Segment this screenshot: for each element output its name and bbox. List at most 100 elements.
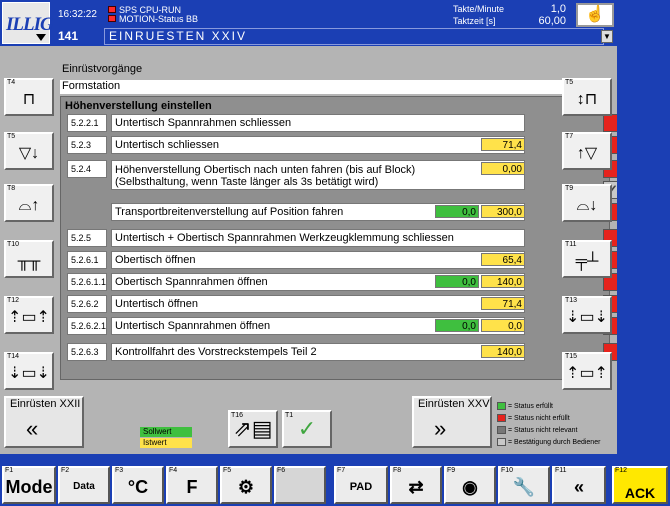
step-description-line2: (Selbsthaltung, wenn Taste länger als 3s… <box>115 176 379 188</box>
f6-button[interactable]: F6 <box>274 466 326 504</box>
view-icon: ◉ <box>462 477 478 497</box>
setpoint-value: 0,0 <box>435 319 479 332</box>
prev-page-label: Einrüsten XXII <box>10 398 81 410</box>
double-left-icon: « <box>26 416 39 441</box>
thermometer-icon: °C <box>127 477 149 497</box>
taktzeit-value: 60,00 <box>538 15 566 27</box>
legend-text: = Status nicht erfüllt <box>508 414 570 422</box>
f3-temperature-button[interactable]: F3 °C <box>112 466 164 504</box>
wrench-icon: 🔧 <box>512 477 536 497</box>
side-button-t12[interactable]: T12 ⇡▭⇡ <box>4 296 54 334</box>
step-code: 5.2.3 <box>67 136 107 154</box>
step-description[interactable]: Untertisch Spannrahmen schliessen <box>111 114 525 132</box>
f11-back-button[interactable]: F11 « <box>552 466 606 504</box>
page-title: Einrüstvorgänge <box>62 63 143 75</box>
step-description[interactable]: Untertisch + Obertisch Spannrahmen Werkz… <box>111 229 525 247</box>
key-label: T8 <box>7 185 16 192</box>
step-row: Transportbreitenverstellung auf Position… <box>67 203 621 221</box>
key-label: T4 <box>7 79 16 86</box>
side-button-t13[interactable]: T13 ⇣▭⇣ <box>562 296 612 334</box>
key-label: F12 <box>615 467 628 474</box>
step-code: 5.2.6.3 <box>67 343 107 361</box>
back-list-icon: « <box>573 477 584 497</box>
check-swatch-icon <box>497 438 506 446</box>
f7-pad-button[interactable]: F7 PAD <box>334 466 388 504</box>
step-description[interactable]: Untertisch öffnen <box>111 295 525 313</box>
step-description[interactable]: Höhenverstellung Obertisch nach unten fa… <box>111 160 525 190</box>
grey-swatch-icon <box>497 426 506 434</box>
f1-mode-button[interactable]: F1 Mode <box>2 466 56 504</box>
key-label: F11 <box>555 467 567 474</box>
motion-status: MOTION-Status BB <box>119 14 199 24</box>
key-label: T11 <box>565 241 577 248</box>
key-label: T12 <box>7 297 20 304</box>
machine-icon: ⚙ <box>237 477 255 497</box>
f5-machine-button[interactable]: F5 ⚙ <box>220 466 272 504</box>
illig-logo[interactable]: ILLIG <box>2 2 54 44</box>
hand-icon: ☝ <box>585 6 605 23</box>
table-down-icon: ⌓↓ <box>576 197 598 214</box>
form-tool-icon: ⊓ <box>22 91 36 108</box>
manual-mode-button[interactable]: ☝ <box>576 3 614 27</box>
key-label: T5 <box>7 133 16 140</box>
f2-data-button[interactable]: F2 Data <box>58 466 110 504</box>
side-button-t11[interactable]: T11 ╤┴ <box>562 240 612 278</box>
step-dropdown-button[interactable]: ▼ <box>601 30 613 43</box>
main-area: Einrüstvorgänge Formstation Höhenverstel… <box>0 46 621 454</box>
f12-ack-button[interactable]: F12 ACK <box>612 466 668 504</box>
upper-table-up-icon: ↑▽ <box>576 145 598 162</box>
key-label: T14 <box>7 353 20 360</box>
t1-confirm-button[interactable]: T1 ✓ <box>282 410 332 448</box>
side-button-t5[interactable]: T5 ↕⊓ <box>562 78 612 116</box>
step-title: EINRUESTEN XXIV <box>104 28 604 45</box>
step-code: 5.2.6.1 <box>67 251 107 269</box>
actual-value: 300,0 <box>481 205 525 218</box>
legend-item: = Status nicht relevant <box>497 426 577 434</box>
step-number: 141 <box>58 29 79 43</box>
f9-button[interactable]: F9 ◉ <box>444 466 496 504</box>
side-button-t6[interactable]: T5 ▽↓ <box>4 132 54 170</box>
double-right-icon: » <box>434 416 447 441</box>
next-page-button[interactable]: Einrüsten XXV » <box>412 396 492 448</box>
step-row: 5.2.6.2.1 Untertisch Spannrahmen öffnen … <box>67 317 621 335</box>
red-swatch-icon <box>497 414 506 422</box>
f10-tools-button[interactable]: F10 🔧 <box>498 466 550 504</box>
legend-text: = Status nicht relevant <box>508 426 578 434</box>
t16-diagram-button[interactable]: T16 ⇗▤ <box>228 410 278 448</box>
key-label: F8 <box>393 467 402 474</box>
step-description[interactable]: Kontrollfahrt des Vorstreckstempels Teil… <box>111 343 525 361</box>
key-label: F2 <box>61 467 70 474</box>
green-swatch-icon <box>497 402 506 410</box>
step-row: 5.2.6.3 Kontrollfahrt des Vorstreckstemp… <box>67 343 621 361</box>
function-key-bar: F1 Mode F2 Data F3 °C F4 F F5 ⚙ F6 F7 PAD F8 ⇄ … <box>0 464 670 506</box>
step-description[interactable]: Untertisch schliessen <box>111 136 525 154</box>
side-button-t15[interactable]: T15 ⇡▭⇡ <box>562 352 612 390</box>
side-button-t7[interactable]: T7 ↑▽ <box>562 132 612 170</box>
upper-table-up-icon: ⌓↑ <box>18 197 40 214</box>
side-button-t8[interactable]: T8 ⌓↑ <box>4 184 54 222</box>
actual-value: 140,0 <box>481 275 525 288</box>
f4-io-button[interactable]: F4 F <box>166 466 218 504</box>
step-code: 5.2.6.1.1 <box>67 273 107 291</box>
right-strip <box>617 46 670 454</box>
key-label: F10 <box>501 467 514 474</box>
step-row: 5.2.2.1 Untertisch Spannrahmen schliesse… <box>67 114 621 132</box>
side-button-t14[interactable]: T14 ⇣▭⇣ <box>4 352 54 390</box>
setpoint-value: 0,0 <box>435 205 479 218</box>
clamp-frame-icon: ╥╥ <box>17 253 41 270</box>
f8-button[interactable]: F8 ⇄ <box>390 466 442 504</box>
actual-value: 65,4 <box>481 253 525 266</box>
key-label: F1 <box>5 467 14 474</box>
prev-page-button[interactable]: Einrüsten XXII « <box>4 396 84 448</box>
step-description[interactable]: Obertisch öffnen <box>111 251 525 269</box>
io-icon: F <box>186 477 198 497</box>
button-label: Data <box>73 481 95 492</box>
step-code: 5.2.6.2.1 <box>67 317 107 335</box>
side-button-t4[interactable]: T4 ⊓ <box>4 78 54 116</box>
step-code: 5.2.6.2 <box>67 295 107 313</box>
panel-title: Höhenverstellung einstellen <box>65 100 212 112</box>
side-button-t9[interactable]: T9 ⌓↓ <box>562 184 612 222</box>
side-button-t10[interactable]: T10 ╥╥ <box>4 240 54 278</box>
motion-led-icon <box>108 15 116 22</box>
logo-text: ILLIG <box>6 14 54 35</box>
